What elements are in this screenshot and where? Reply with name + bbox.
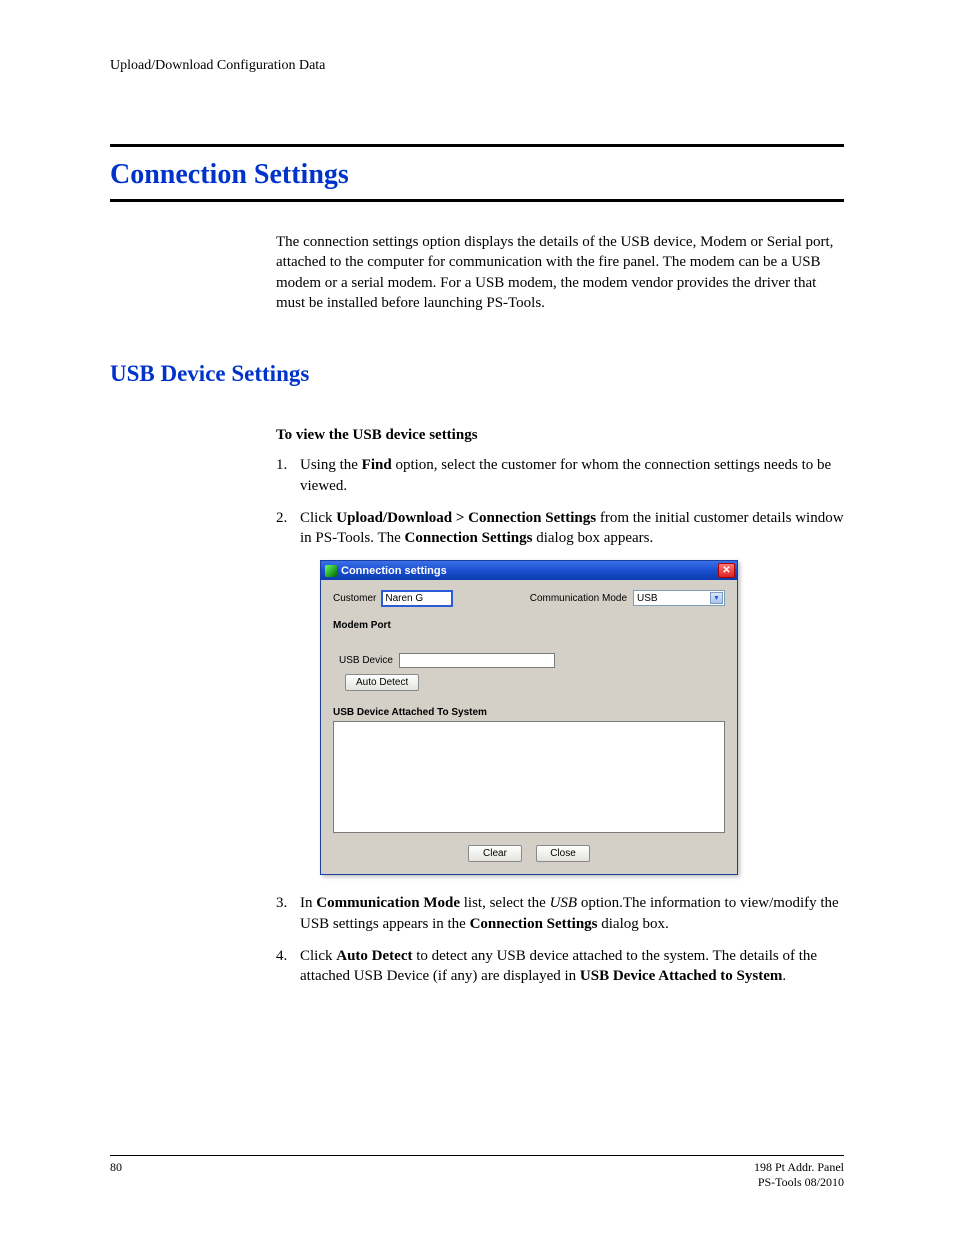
attached-label: USB Device Attached To System bbox=[333, 707, 725, 718]
step-4: 4. Click Auto Detect to detect any USB d… bbox=[276, 946, 844, 987]
chevron-down-icon: ▼ bbox=[710, 592, 723, 604]
procedure-list-cont: 3. In Communication Mode list, select th… bbox=[276, 893, 844, 986]
dialog-body: Customer Communication Mode USB ▼ Modem … bbox=[321, 580, 737, 874]
text-frag: In bbox=[300, 895, 316, 911]
text-frag: . bbox=[782, 968, 786, 984]
text-bold: Communication Mode bbox=[316, 895, 460, 911]
rule-top bbox=[110, 144, 844, 147]
step-3: 3. In Communication Mode list, select th… bbox=[276, 893, 844, 934]
text-bold: USB Device Attached to System bbox=[580, 968, 782, 984]
step-1: 1. Using the Find option, select the cus… bbox=[276, 455, 844, 496]
dialog-window: Connection settings ✕ Customer Communica… bbox=[320, 560, 738, 875]
text-frag: Click bbox=[300, 510, 336, 526]
step-text: Click Auto Detect to detect any USB devi… bbox=[300, 946, 844, 987]
dialog-title: Connection settings bbox=[341, 565, 447, 577]
step-number: 4. bbox=[276, 946, 300, 987]
intro-paragraph: The connection settings option displays … bbox=[276, 232, 844, 313]
procedure-lead: To view the USB device settings bbox=[276, 425, 844, 445]
modem-port-label: Modem Port bbox=[333, 620, 725, 631]
step-number: 1. bbox=[276, 455, 300, 496]
page-footer: 80 198 Pt Addr. Panel PS-Tools 08/2010 bbox=[110, 1155, 844, 1190]
step-text: Click Upload/Download > Connection Setti… bbox=[300, 508, 844, 549]
usb-device-label: USB Device bbox=[339, 655, 393, 666]
step-text: In Communication Mode list, select the U… bbox=[300, 893, 844, 934]
rule-under-title bbox=[110, 199, 844, 202]
text-frag: dialog box appears. bbox=[532, 530, 653, 546]
clear-button[interactable]: Clear bbox=[468, 845, 522, 862]
procedure-list: 1. Using the Find option, select the cus… bbox=[276, 455, 844, 548]
auto-detect-button[interactable]: Auto Detect bbox=[345, 674, 419, 691]
comm-mode-select[interactable]: USB ▼ bbox=[633, 590, 725, 606]
dialog-titlebar: Connection settings ✕ bbox=[321, 561, 737, 580]
text-frag: dialog box. bbox=[598, 916, 669, 932]
running-header: Upload/Download Configuration Data bbox=[110, 58, 844, 74]
footer-right: 198 Pt Addr. Panel PS-Tools 08/2010 bbox=[754, 1160, 844, 1190]
auto-detect-row: Auto Detect bbox=[345, 674, 725, 691]
subsection-title: USB Device Settings bbox=[110, 361, 844, 387]
footer-date: PS-Tools 08/2010 bbox=[758, 1175, 844, 1189]
customer-label: Customer bbox=[333, 593, 376, 604]
customer-input[interactable] bbox=[382, 591, 452, 606]
text-italic: USB bbox=[550, 895, 578, 911]
step-text: Using the Find option, select the custom… bbox=[300, 455, 844, 496]
text-bold: Connection Settings bbox=[470, 916, 598, 932]
close-button[interactable]: Close bbox=[536, 845, 590, 862]
comm-mode-value: USB bbox=[637, 593, 658, 604]
section-title: Connection Settings bbox=[110, 159, 844, 191]
app-icon bbox=[325, 565, 337, 577]
page-number: 80 bbox=[110, 1160, 122, 1190]
row-customer-comm: Customer Communication Mode USB ▼ bbox=[333, 590, 725, 606]
text-bold: Find bbox=[362, 457, 392, 473]
usb-device-field[interactable] bbox=[399, 653, 555, 668]
text-frag: list, select the bbox=[460, 895, 550, 911]
close-icon[interactable]: ✕ bbox=[718, 563, 735, 578]
dialog-button-row: Clear Close bbox=[333, 845, 725, 862]
step-2: 2. Click Upload/Download > Connection Se… bbox=[276, 508, 844, 549]
text-bold: Upload/Download > Connection Settings bbox=[336, 510, 596, 526]
row-usb-device: USB Device bbox=[339, 653, 725, 668]
step-number: 3. bbox=[276, 893, 300, 934]
footer-product: 198 Pt Addr. Panel bbox=[754, 1160, 844, 1174]
footer-rule bbox=[110, 1155, 844, 1156]
comm-mode-label: Communication Mode bbox=[530, 593, 627, 604]
step-number: 2. bbox=[276, 508, 300, 549]
text-bold: Connection Settings bbox=[405, 530, 533, 546]
text-bold: Auto Detect bbox=[336, 948, 412, 964]
dialog-screenshot: Connection settings ✕ Customer Communica… bbox=[320, 560, 738, 875]
usb-attached-listbox[interactable] bbox=[333, 721, 725, 833]
titlebar-left: Connection settings bbox=[325, 565, 447, 577]
text-frag: Using the bbox=[300, 457, 362, 473]
text-frag: Click bbox=[300, 948, 336, 964]
